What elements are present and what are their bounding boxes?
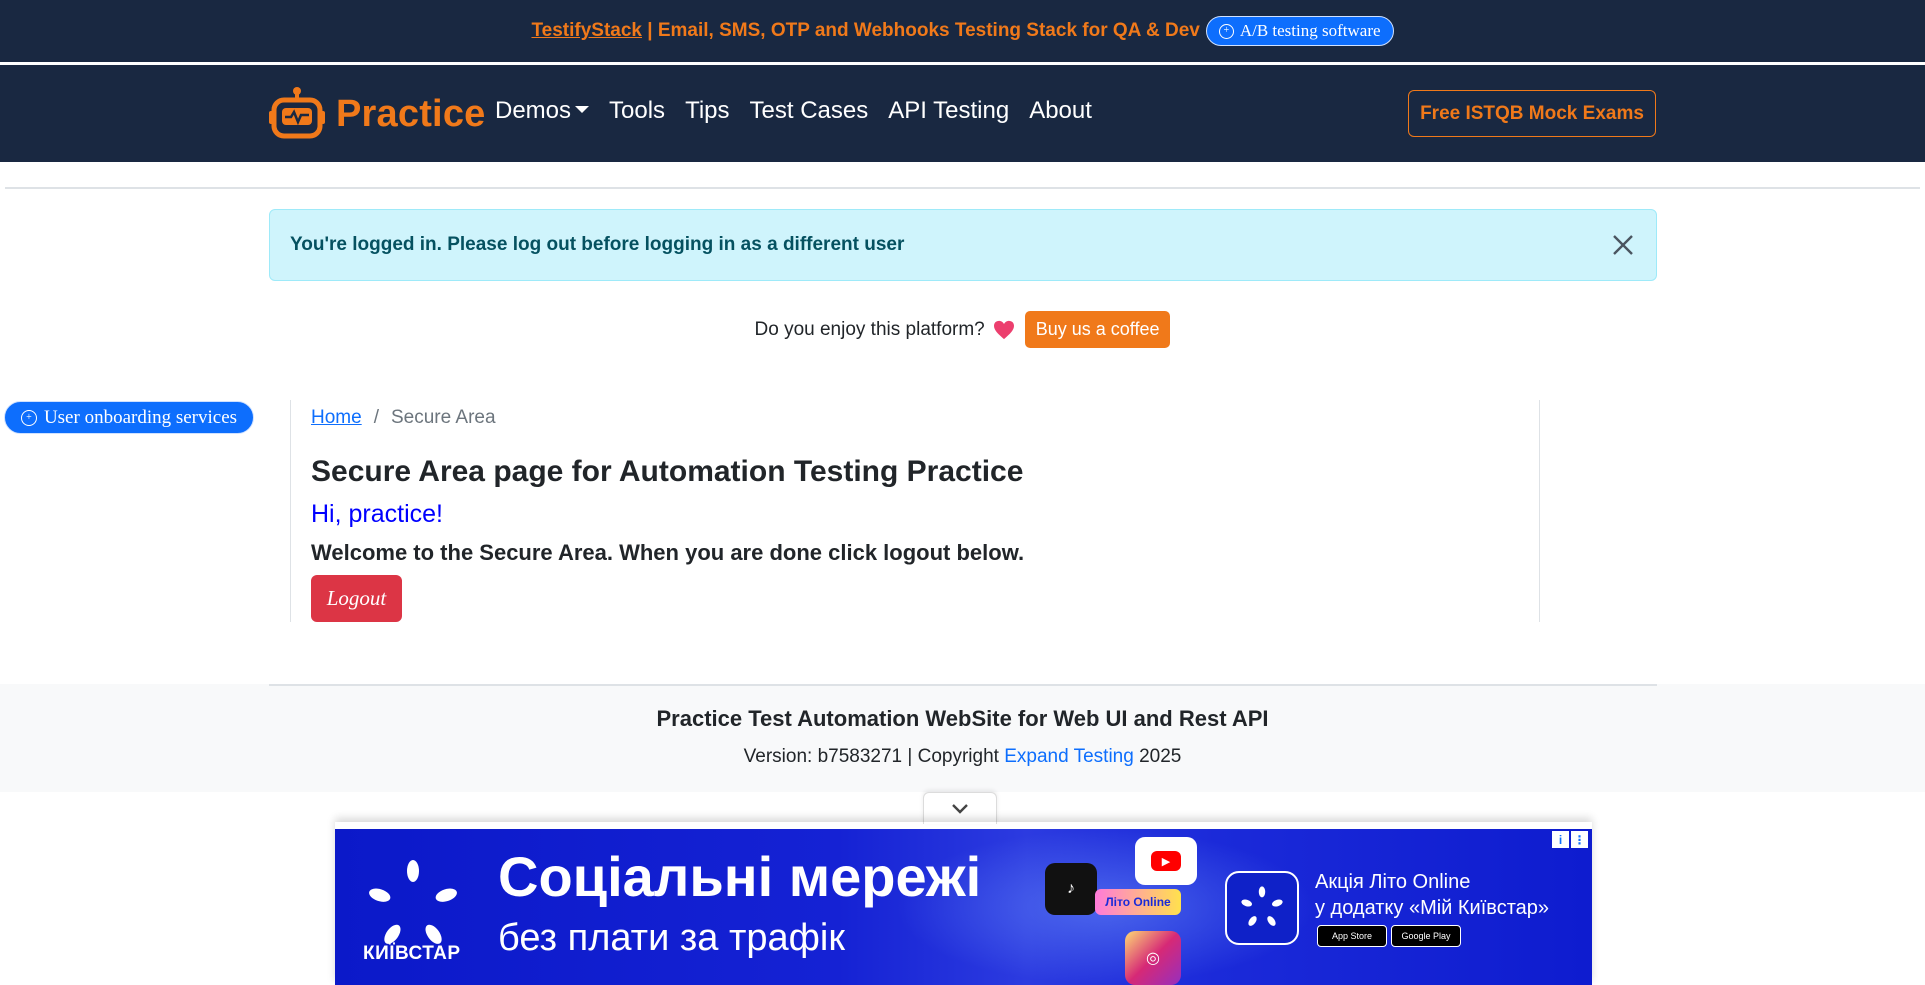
user-onboarding-pill-button[interactable]: + User onboarding services bbox=[4, 401, 254, 434]
logout-button[interactable]: Logout bbox=[311, 575, 402, 622]
nav-about[interactable]: About bbox=[1029, 97, 1092, 125]
ad-info-controls: i ⋮ bbox=[1552, 831, 1588, 848]
breadcrumb-home-link[interactable]: Home bbox=[311, 407, 362, 429]
expand-testing-link[interactable]: Expand Testing bbox=[1004, 746, 1134, 767]
secure-area-content: Home / Secure Area Secure Area page for … bbox=[290, 400, 1540, 622]
page-title: Secure Area page for Automation Testing … bbox=[311, 455, 1024, 488]
user-greeting: Hi, practice! bbox=[311, 500, 443, 528]
ad-app-label-text: Літо Online bbox=[1105, 895, 1171, 909]
footer: Practice Test Automation WebSite for Web… bbox=[0, 684, 1925, 792]
ad-app-label: Літо Online bbox=[1095, 889, 1181, 915]
info-icon[interactable]: i bbox=[1552, 831, 1569, 848]
divider bbox=[5, 187, 1920, 189]
tiktok-icon: ♪ bbox=[1045, 863, 1097, 915]
kyivstar-app-badge bbox=[1225, 871, 1299, 945]
footer-divider bbox=[269, 684, 1657, 686]
nav-demos-label: Demos bbox=[495, 97, 572, 124]
ad-collapse-toggle[interactable] bbox=[923, 792, 997, 824]
footer-version: Version: b7583271 | Copyright Expand Tes… bbox=[0, 746, 1925, 768]
promo-tagline: | Email, SMS, OTP and Webhooks Testing S… bbox=[641, 20, 1200, 41]
ab-testing-pill-label: A/B testing software bbox=[1239, 21, 1381, 40]
breadcrumb: Home / Secure Area bbox=[311, 407, 496, 429]
nav-api-testing[interactable]: API Testing bbox=[888, 97, 1009, 125]
login-alert: You're logged in. Please log out before … bbox=[269, 209, 1657, 281]
promo-bar: TestifyStack | Email, SMS, OTP and Webho… bbox=[0, 0, 1925, 62]
breadcrumb-separator: / bbox=[373, 407, 379, 428]
app-store-label: App Store bbox=[1331, 931, 1373, 941]
ad-headline: Соціальні мережі bbox=[498, 845, 982, 908]
navbar: Practice Demos Tools Tips Test Cases API… bbox=[0, 65, 1925, 162]
ad-banner[interactable]: КИЇВСТАР Соціальні мережі без плати за т… bbox=[335, 829, 1592, 985]
nav-test-cases[interactable]: Test Cases bbox=[750, 97, 869, 125]
nav-links: Demos Tools Tips Test Cases API Testing … bbox=[495, 97, 1092, 125]
ab-testing-pill-button[interactable]: + A/B testing software bbox=[1205, 16, 1394, 46]
caret-down-icon bbox=[575, 106, 590, 114]
version-text: Version: b7583271 | Copyright bbox=[743, 746, 1005, 767]
promo-text: TestifyStack | Email, SMS, OTP and Webho… bbox=[531, 20, 1199, 42]
nav-tips[interactable]: Tips bbox=[685, 97, 729, 125]
brand-link[interactable]: Practice bbox=[268, 85, 485, 143]
ad-promo-text: Акція Літо Online у додатку «Мій Київста… bbox=[1315, 869, 1549, 921]
coffee-row: Do you enjoy this platform? Buy us a cof… bbox=[0, 311, 1925, 348]
youtube-icon: ▶ bbox=[1135, 837, 1197, 885]
footer-title: Practice Test Automation WebSite for Web… bbox=[656, 706, 1269, 731]
nav-tools[interactable]: Tools bbox=[609, 97, 665, 125]
plus-circle-icon: + bbox=[20, 409, 37, 426]
alert-message: You're logged in. Please log out before … bbox=[290, 234, 905, 255]
google-play-badge: Google Play bbox=[1391, 925, 1461, 947]
app-store-badge: App Store bbox=[1317, 925, 1387, 947]
istqb-mock-exams-button[interactable]: Free ISTQB Mock Exams bbox=[1408, 90, 1656, 137]
ad-banner-container: КИЇВСТАР Соціальні мережі без плати за т… bbox=[335, 822, 1592, 985]
kyivstar-star-small-icon bbox=[1241, 886, 1283, 926]
plus-circle-icon: + bbox=[1218, 23, 1234, 39]
close-icon[interactable] bbox=[1610, 232, 1636, 258]
breadcrumb-current: Secure Area bbox=[390, 407, 496, 428]
google-play-label: Google Play bbox=[1401, 931, 1451, 941]
heart-icon bbox=[993, 320, 1014, 339]
chevron-down-icon bbox=[952, 803, 968, 814]
copyright-year: 2025 bbox=[1133, 746, 1182, 767]
ad-brand-name: КИЇВСТАР bbox=[363, 943, 461, 964]
robot-logo-icon bbox=[269, 87, 325, 139]
more-icon[interactable]: ⋮ bbox=[1571, 831, 1588, 848]
ad-subline: без плати за трафік bbox=[498, 917, 845, 959]
instagram-icon: ◎ bbox=[1125, 931, 1181, 985]
welcome-message: Welcome to the Secure Area. When you are… bbox=[311, 540, 1025, 565]
ad-promo-line1: Акція Літо Online bbox=[1315, 871, 1471, 893]
testifystack-link[interactable]: TestifyStack bbox=[531, 20, 642, 41]
enjoy-question: Do you enjoy this platform? bbox=[754, 318, 985, 340]
user-onboarding-label: User onboarding services bbox=[43, 406, 238, 428]
buy-coffee-button[interactable]: Buy us a coffee bbox=[1024, 311, 1171, 348]
ad-promo-line2: у додатку «Мій Київстар» bbox=[1315, 897, 1549, 919]
nav-demos-dropdown[interactable]: Demos bbox=[495, 97, 590, 125]
brand-name: Practice bbox=[336, 92, 486, 135]
